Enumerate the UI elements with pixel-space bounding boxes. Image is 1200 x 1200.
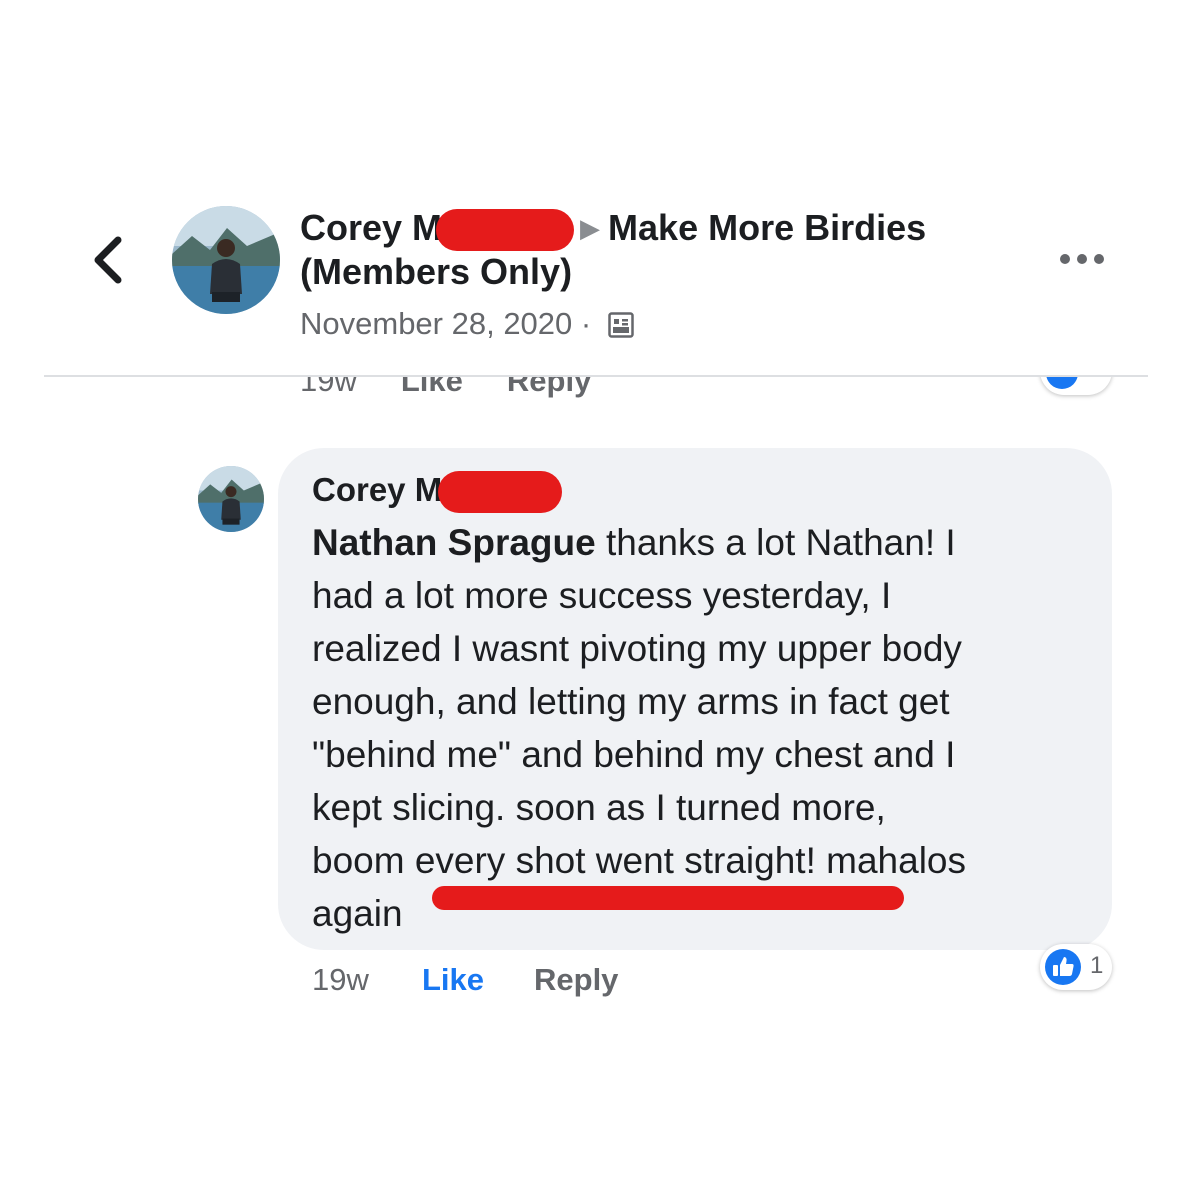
reaction-count: 1 — [1090, 952, 1104, 979]
more-horizontal-icon — [1060, 254, 1104, 264]
comment-actions: 19w Like Reply — [312, 960, 618, 1000]
comment-author[interactable]: Corey M — [312, 471, 442, 508]
post-date-line: November 28, 2020 · — [300, 304, 634, 344]
group-suffix: (Members Only) — [300, 251, 573, 292]
comment-text: Nathan Sprague thanks a lot Nathan! I ha… — [312, 516, 1102, 940]
post-title: Corey M ▶ Make More Birdies — [300, 206, 926, 252]
thumbs-up-icon — [1044, 948, 1082, 986]
reply-button[interactable]: Reply — [534, 962, 618, 997]
comment-author-line: Corey M — [312, 470, 563, 514]
redaction-mark — [436, 209, 575, 252]
arrow-right-icon: ▶ — [580, 213, 601, 243]
previous-comment-age: 19w — [300, 377, 357, 398]
mention-link[interactable]: Nathan Sprague — [312, 522, 596, 563]
previous-like-button[interactable]: Like — [401, 377, 463, 399]
author-name[interactable]: Corey M — [300, 207, 442, 248]
group-link[interactable]: Make More Birdies — [608, 207, 926, 248]
separator-dot: · — [580, 306, 592, 341]
group-icon — [608, 308, 634, 338]
highlight-underline — [432, 886, 904, 910]
previous-comment-actions: 19w Like Reply — [300, 377, 1160, 403]
comment-avatar[interactable] — [198, 466, 264, 532]
chevron-left-icon — [94, 236, 122, 284]
comment-message: thanks a lot Nathan! I had a lot more su… — [312, 522, 966, 934]
author-avatar[interactable] — [172, 206, 280, 314]
thumbs-up-icon — [1046, 377, 1078, 389]
reaction-badge[interactable]: 1 — [1040, 944, 1112, 990]
comment-age[interactable]: 19w — [312, 960, 422, 1000]
back-button[interactable] — [88, 232, 128, 288]
previous-reply-button[interactable]: Reply — [507, 377, 591, 399]
like-button[interactable]: Like — [422, 960, 534, 1000]
more-options-button[interactable] — [1056, 246, 1108, 272]
previous-reaction-badge[interactable] — [1040, 377, 1112, 395]
redaction-mark — [438, 471, 563, 514]
post-date[interactable]: November 28, 2020 — [300, 306, 572, 341]
